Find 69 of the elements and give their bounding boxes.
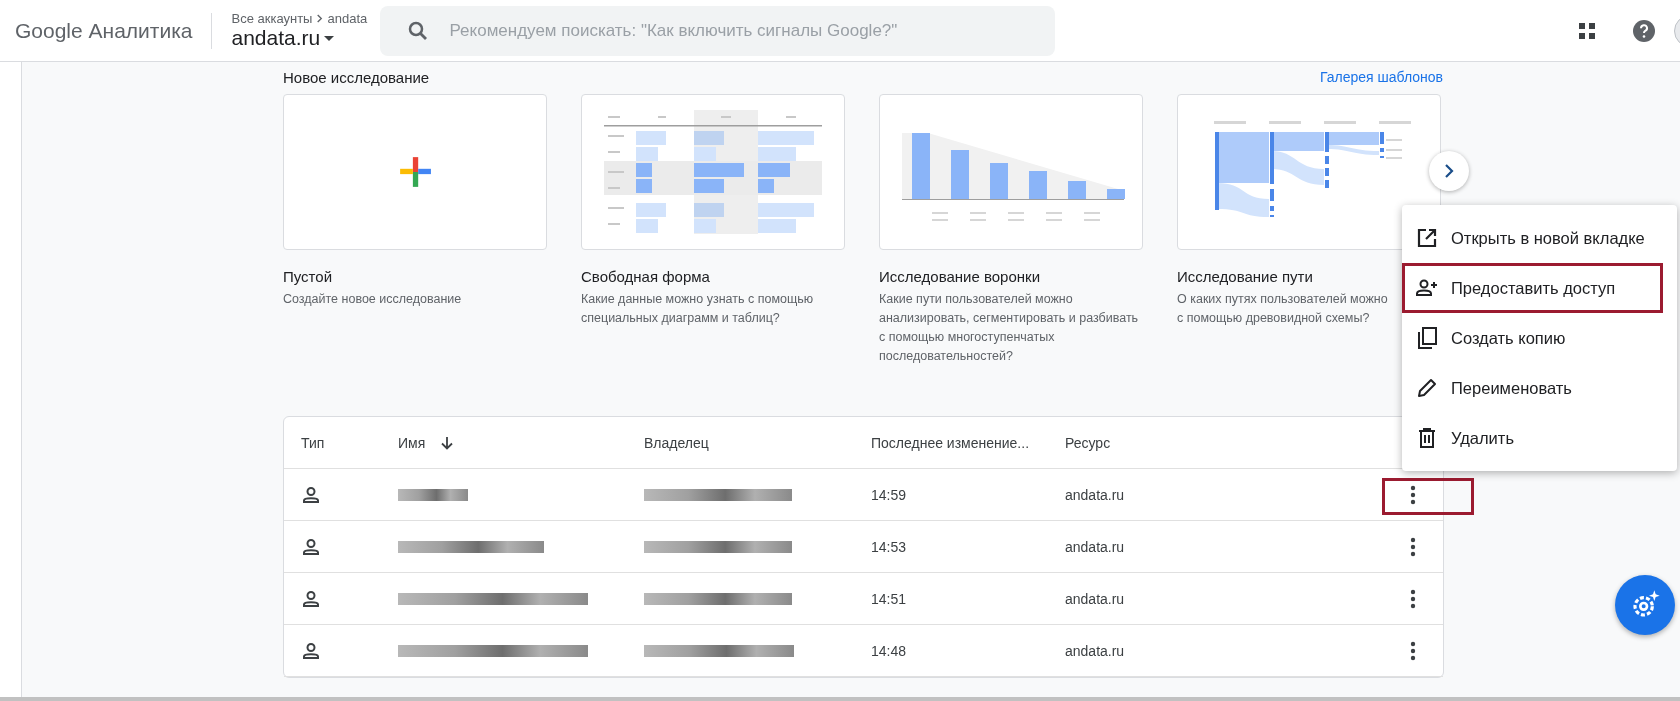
menu-item[interactable]: Удалить	[1402, 413, 1663, 463]
person-icon	[301, 588, 321, 609]
template-title: Пустой	[283, 268, 334, 285]
table-row[interactable]: 14:51 andata.ru	[284, 573, 1443, 625]
table-cell-text: 14:53	[871, 538, 908, 555]
template-title: Исследование воронки	[879, 268, 1041, 285]
breadcrumb-link[interactable]: Все аккаунты	[231, 11, 313, 26]
table-cell-text: andata.ru	[1065, 590, 1126, 607]
plus-icon	[398, 155, 432, 189]
redacted-text-bar	[398, 488, 468, 501]
more-options-icon[interactable]	[1410, 484, 1416, 505]
table-cell-text: andata.ru	[1065, 486, 1126, 503]
table-cell-text: 14:51	[871, 590, 908, 607]
help-icon[interactable]	[1632, 18, 1656, 43]
template-description-line: О каких путях пользователей можно	[1177, 291, 1389, 308]
template-description-line: последовательностей?	[879, 348, 1014, 365]
account-selector[interactable]: andata.ru	[231, 26, 380, 50]
template-title: Свободная форма	[581, 268, 711, 285]
chevron-right-icon	[1443, 163, 1455, 179]
copy-icon	[1415, 326, 1439, 350]
menu-item[interactable]: Переименовать	[1402, 363, 1663, 413]
breadcrumb-link[interactable]: andata	[327, 11, 368, 26]
column-header[interactable]: Владелец	[644, 434, 709, 451]
more-options-icon[interactable]	[1410, 536, 1416, 557]
menu-item[interactable]: Создать копию	[1402, 313, 1663, 363]
apps-grid-icon[interactable]	[1577, 20, 1597, 41]
table-cell-text: 14:59	[871, 486, 908, 503]
caret-icon	[324, 35, 335, 41]
funnel-bar	[912, 133, 930, 199]
table-row[interactable]: 14:53 andata.ru	[284, 521, 1443, 573]
funnel-bar	[1029, 171, 1047, 199]
funnel-bar	[1107, 189, 1125, 199]
table-cell-text: 14:48	[871, 642, 908, 659]
column-header[interactable]: Тип	[301, 434, 325, 451]
section-title: Новое исследование	[283, 68, 430, 86]
template-description-line: специальных диаграмм и таблиц?	[581, 310, 781, 327]
menu-item[interactable]: Предоставить доступ	[1402, 263, 1663, 313]
person-icon	[301, 484, 321, 505]
template-description-line: с помощью древовидной схемы?	[1177, 310, 1371, 327]
funnel-bar	[990, 163, 1008, 199]
assistant-button[interactable]	[1615, 575, 1675, 635]
template-description-line: Создайте новое исследование	[283, 291, 463, 308]
search-field[interactable]: Рекомендуем поискать: "Как включить сигналы Google?"	[379, 5, 1055, 56]
table-cell-text: andata.ru	[1065, 642, 1126, 659]
open-in-new-icon	[1415, 226, 1439, 250]
column-header[interactable]: Имя	[398, 434, 426, 451]
more-options-icon[interactable]	[1410, 588, 1416, 609]
table-row[interactable]: 14:59 andata.ru	[284, 469, 1443, 521]
template-description-line: с помощью многоступенчатых	[879, 329, 1056, 346]
column-header[interactable]: Ресурс	[1065, 434, 1111, 451]
column-header[interactable]: Последнее изменение...	[871, 434, 1030, 451]
next-button[interactable]	[1429, 151, 1469, 191]
funnel-bar	[951, 150, 969, 199]
app-logo[interactable]: Google Аналитика	[15, 18, 193, 43]
template-description-line: Какие данные можно узнать с помощью	[581, 291, 815, 308]
pencil-icon	[1415, 376, 1439, 400]
table-row[interactable]: 14:48 andata.ru	[284, 625, 1443, 677]
template-card[interactable]	[1177, 94, 1441, 250]
person-icon	[301, 536, 321, 557]
person-icon	[301, 640, 321, 661]
template-description-line: Какие пути пользователей можно	[879, 291, 1074, 308]
table-cell-text: andata.ru	[1065, 538, 1126, 555]
funnel-bar	[1068, 181, 1086, 199]
menu-item[interactable]: Открыть в новой вкладке	[1402, 213, 1663, 263]
template-description-line: анализировать, сегментировать и разбивать	[879, 310, 1140, 327]
chevron-right-icon	[315, 14, 325, 23]
template-title: Исследование пути	[1177, 268, 1314, 285]
template-gallery-link[interactable]: Галерея шаблонов	[1319, 69, 1443, 85]
more-options-icon[interactable]	[1410, 640, 1416, 661]
